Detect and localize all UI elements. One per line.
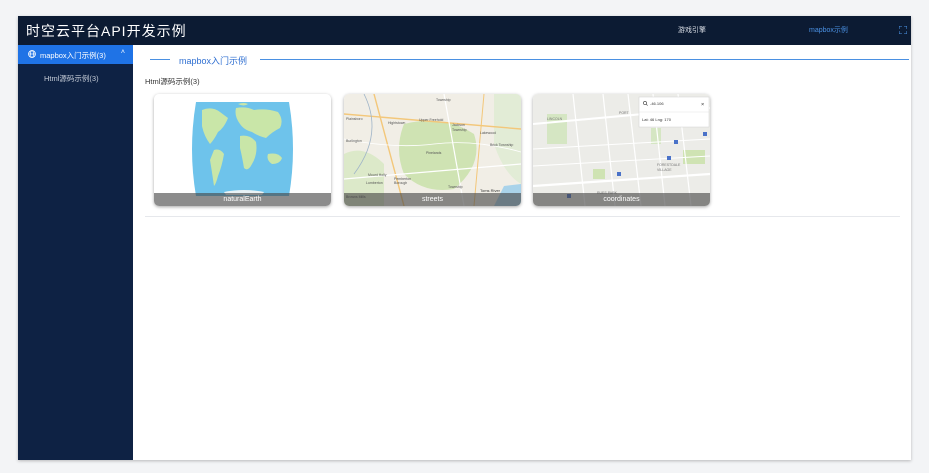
app-frame: 时空云平台API开发示例 游戏引擎 mapbox示例 mapbox入门示例(3)… bbox=[18, 16, 911, 460]
main-content: mapbox入门示例 Html源码示例(3) naturalEarth Town… bbox=[133, 45, 911, 460]
top-bar: 时空云平台API开发示例 游戏引擎 mapbox示例 bbox=[18, 16, 911, 45]
map-label: Jackson bbox=[452, 123, 465, 127]
content-divider bbox=[145, 216, 900, 217]
sidebar-group-mapbox[interactable]: mapbox入门示例(3) ˄ bbox=[18, 45, 133, 64]
section-divider-right bbox=[260, 59, 909, 60]
example-card-streets[interactable]: Township Upper Freehold Jackson Township… bbox=[344, 94, 521, 206]
fullscreen-icon[interactable] bbox=[899, 26, 907, 34]
card-caption: naturalEarth bbox=[154, 193, 331, 206]
streets-map-thumbnail: Township Upper Freehold Jackson Township… bbox=[344, 94, 521, 206]
map-label: Mount Holly bbox=[368, 173, 387, 177]
card-caption: coordinates bbox=[533, 193, 710, 206]
subsection-title: Html源码示例(3) bbox=[145, 77, 200, 86]
map-label: Township bbox=[448, 185, 463, 189]
map-label: Pinelands bbox=[426, 151, 442, 155]
globe-icon bbox=[28, 50, 36, 58]
nav-game-engine[interactable]: 游戏引擎 bbox=[678, 25, 706, 35]
app-title: 时空云平台API开发示例 bbox=[26, 23, 187, 39]
example-card-coordinates[interactable]: LINCOLN FORESTDALE VILLAGE PORT RUES PAR… bbox=[533, 94, 710, 206]
map-label: Hightstown bbox=[388, 121, 405, 125]
map-label: Upper Freehold bbox=[419, 118, 443, 122]
section-divider-left bbox=[150, 59, 170, 60]
map-label: Township bbox=[452, 128, 467, 132]
map-label: FORESTDALE bbox=[657, 163, 681, 167]
map-label: Brick Township bbox=[490, 143, 513, 147]
map-label: Burlington bbox=[346, 139, 362, 143]
map-label: PORT bbox=[619, 111, 630, 115]
section-title: mapbox入门示例 bbox=[179, 56, 248, 66]
coordinate-search-value[interactable]: -46.106 bbox=[650, 101, 664, 106]
example-card-naturalearth[interactable]: naturalEarth bbox=[154, 94, 331, 206]
sidebar-item-html-examples[interactable]: Html源码示例(3) bbox=[44, 73, 99, 84]
nav-mapbox-examples[interactable]: mapbox示例 bbox=[809, 25, 848, 35]
sidebar-group-label: mapbox入门示例(3) bbox=[40, 51, 106, 60]
map-label: LINCOLN bbox=[547, 117, 563, 121]
map-label: Township bbox=[436, 98, 451, 102]
chevron-up-icon: ˄ bbox=[120, 49, 125, 56]
map-label: Plainsboro bbox=[346, 117, 363, 121]
close-icon[interactable]: × bbox=[701, 102, 704, 108]
map-label: Lumberton bbox=[366, 181, 383, 185]
sidebar: mapbox入门示例(3) ˄ Html源码示例(3) bbox=[18, 45, 133, 460]
world-map-thumbnail bbox=[154, 94, 331, 206]
coordinate-readout: Lat: 46 Lng: 170 bbox=[642, 117, 672, 122]
map-label: Lakewood bbox=[480, 131, 496, 135]
map-label: Borough bbox=[394, 181, 407, 185]
card-caption: streets bbox=[344, 193, 521, 206]
coordinates-map-thumbnail: LINCOLN FORESTDALE VILLAGE PORT RUES PAR… bbox=[533, 94, 710, 206]
map-label: VILLAGE bbox=[657, 168, 672, 172]
